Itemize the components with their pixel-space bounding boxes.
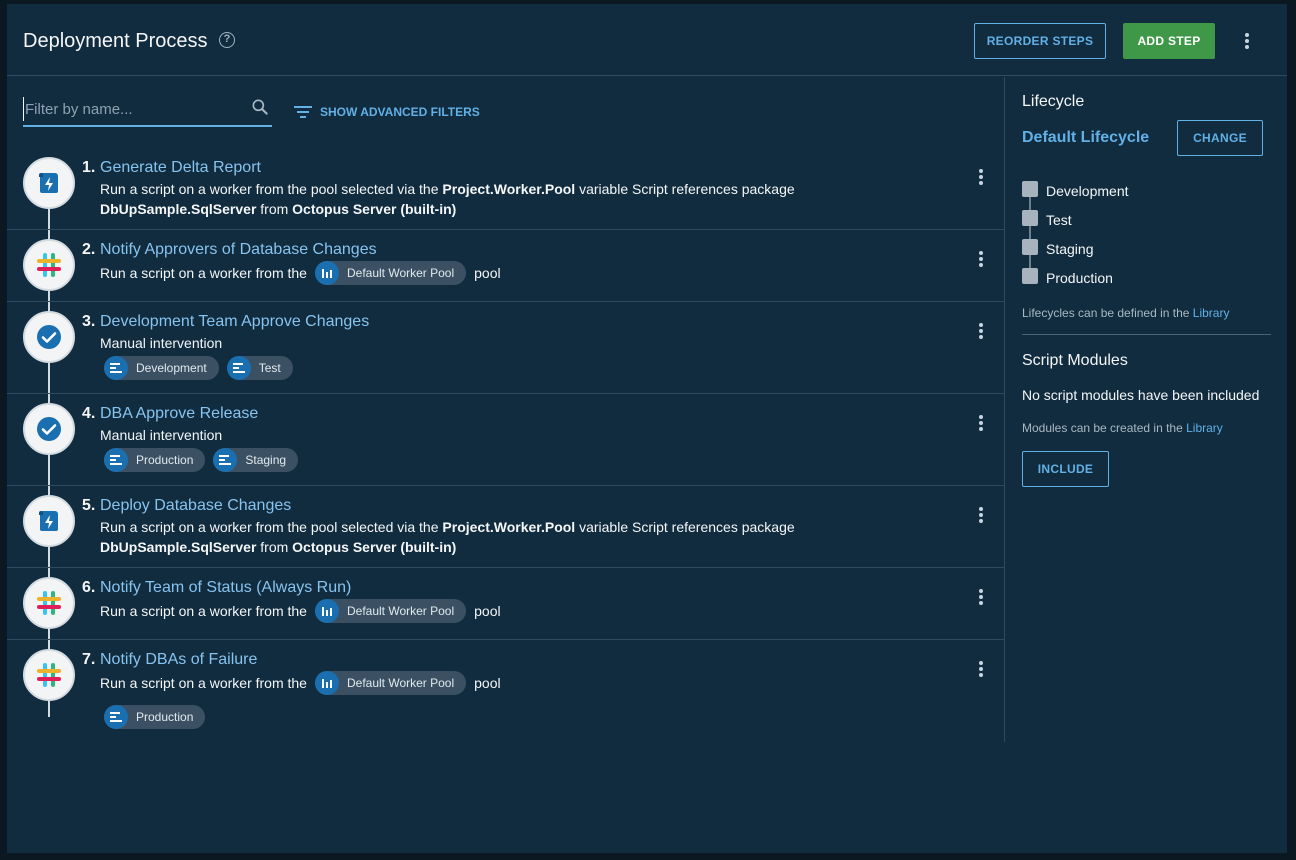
environment-icon: [104, 705, 128, 729]
step-more-icon[interactable]: [975, 587, 987, 607]
phase-marker-icon: [1022, 210, 1038, 226]
page-title: Deployment Process: [23, 30, 208, 52]
phase-marker-icon: [1022, 239, 1038, 255]
step-name-link[interactable]: Development Team Approve Changes: [100, 313, 369, 331]
phase-marker-icon: [1022, 268, 1038, 284]
step-number: 5.: [82, 497, 96, 514]
step-number: 7.: [82, 651, 96, 668]
advanced-filters-toggle[interactable]: SHOW ADVANCED FILTERS: [294, 105, 480, 119]
environment-icon: [226, 356, 251, 380]
step-name-link[interactable]: Notify DBAs of Failure: [100, 651, 257, 669]
help-icon[interactable]: ?: [219, 32, 235, 48]
script-modules-heading: Script Modules: [1022, 352, 1128, 369]
step-row[interactable]: 1. Generate Delta Report Run a script on…: [7, 149, 1005, 230]
app-frame: Deployment Process ? REORDER STEPS ADD S…: [7, 4, 1287, 853]
environment-chips: Production: [104, 705, 206, 729]
step-description: Manual intervention: [100, 335, 223, 351]
lifecycle-phase: Development: [1022, 181, 1129, 199]
step-description: Run a script on a worker from the pool s…: [100, 519, 795, 555]
step-description: Run a script on a worker from the pool s…: [100, 181, 795, 217]
advanced-filters-label: SHOW ADVANCED FILTERS: [320, 105, 480, 119]
step-more-icon[interactable]: [975, 413, 987, 433]
script-icon: [23, 495, 75, 547]
lifecycle-phase: Staging: [1022, 239, 1093, 257]
lifecycle-phase: Test: [1022, 210, 1072, 228]
worker-pool-icon: [314, 671, 339, 695]
lifecycle-phase: Production: [1022, 268, 1113, 286]
step-description: Run a script on a worker from the Defaul…: [100, 671, 501, 695]
search-icon[interactable]: [250, 97, 270, 117]
environment-chip[interactable]: Production: [104, 448, 206, 472]
check-icon: [23, 403, 75, 455]
step-more-icon[interactable]: [975, 167, 987, 187]
environment-chips: Development Test: [104, 356, 293, 380]
worker-pool-chip[interactable]: Default Worker Pool: [314, 261, 467, 285]
environment-chips: Production Staging: [104, 448, 299, 472]
step-row[interactable]: 5. Deploy Database Changes Run a script …: [7, 487, 1005, 568]
step-row[interactable]: 6. Notify Team of Status (Always Run) Ru…: [7, 569, 1005, 640]
modules-note: Modules can be created in the Library: [1022, 421, 1223, 435]
step-description: Manual intervention: [100, 427, 223, 443]
worker-pool-icon: [314, 261, 339, 285]
modules-library-link[interactable]: Library: [1186, 421, 1223, 435]
lifecycle-heading: Lifecycle: [1022, 93, 1085, 110]
step-more-icon[interactable]: [975, 659, 987, 679]
step-more-icon[interactable]: [975, 505, 987, 525]
environment-chip[interactable]: Staging: [213, 448, 299, 472]
add-step-button[interactable]: ADD STEP: [1123, 23, 1215, 59]
header-more-icon[interactable]: [1241, 31, 1253, 51]
step-row[interactable]: 7. Notify DBAs of Failure Run a script o…: [7, 641, 1005, 741]
lifecycle-note: Lifecycles can be defined in the Library: [1022, 306, 1230, 320]
check-icon: [23, 311, 75, 363]
reorder-steps-button[interactable]: REORDER STEPS: [974, 23, 1106, 59]
step-number: 4.: [82, 405, 96, 422]
lifecycle-library-link[interactable]: Library: [1193, 306, 1230, 320]
step-number: 1.: [82, 159, 96, 176]
step-row[interactable]: 4. DBA Approve Release Manual interventi…: [7, 395, 1005, 486]
step-description: Run a script on a worker from the Defaul…: [100, 599, 501, 623]
page-header: Deployment Process ? REORDER STEPS ADD S…: [7, 4, 1287, 76]
step-name-link[interactable]: Deploy Database Changes: [100, 497, 291, 515]
environment-chip[interactable]: Test: [226, 356, 293, 380]
environment-icon: [104, 356, 128, 380]
slack-icon: [23, 577, 75, 629]
lifecycle-phase-line: [1029, 195, 1031, 275]
environment-icon: [104, 448, 128, 472]
sidebar: Lifecycle Default Lifecycle CHANGE Devel…: [1006, 77, 1287, 742]
slack-icon: [23, 239, 75, 291]
slack-icon: [23, 649, 75, 701]
step-name-link[interactable]: DBA Approve Release: [100, 405, 258, 423]
step-number: 3.: [82, 313, 96, 330]
phase-marker-icon: [1022, 181, 1038, 197]
worker-pool-chip[interactable]: Default Worker Pool: [314, 599, 467, 623]
worker-pool-chip[interactable]: Default Worker Pool: [314, 671, 467, 695]
step-row[interactable]: 2. Notify Approvers of Database Changes …: [7, 231, 1005, 302]
step-name-link[interactable]: Generate Delta Report: [100, 159, 261, 177]
script-icon: [23, 157, 75, 209]
step-name-link[interactable]: Notify Approvers of Database Changes: [100, 241, 377, 259]
step-description: Run a script on a worker from the Defaul…: [100, 261, 501, 285]
steps-panel: SHOW ADVANCED FILTERS 1. Generate Delta …: [7, 77, 1005, 742]
environment-icon: [213, 448, 238, 472]
lifecycle-name-link[interactable]: Default Lifecycle: [1022, 129, 1149, 147]
step-number: 6.: [82, 579, 96, 596]
sidebar-divider: [1022, 334, 1271, 335]
filter-list-icon: [294, 106, 312, 118]
filter-input[interactable]: [23, 97, 243, 121]
step-name-link[interactable]: Notify Team of Status (Always Run): [100, 579, 351, 597]
step-number: 2.: [82, 241, 96, 258]
environment-chip[interactable]: Production: [104, 705, 206, 729]
change-lifecycle-button[interactable]: CHANGE: [1177, 120, 1263, 156]
filter-field: [23, 95, 272, 127]
worker-pool-icon: [314, 599, 339, 623]
step-row[interactable]: 3. Development Team Approve Changes Manu…: [7, 303, 1005, 394]
environment-chip[interactable]: Development: [104, 356, 219, 380]
step-more-icon[interactable]: [975, 249, 987, 269]
no-modules-text: No script modules have been included: [1022, 387, 1260, 403]
include-module-button[interactable]: INCLUDE: [1022, 451, 1109, 487]
step-more-icon[interactable]: [975, 321, 987, 341]
